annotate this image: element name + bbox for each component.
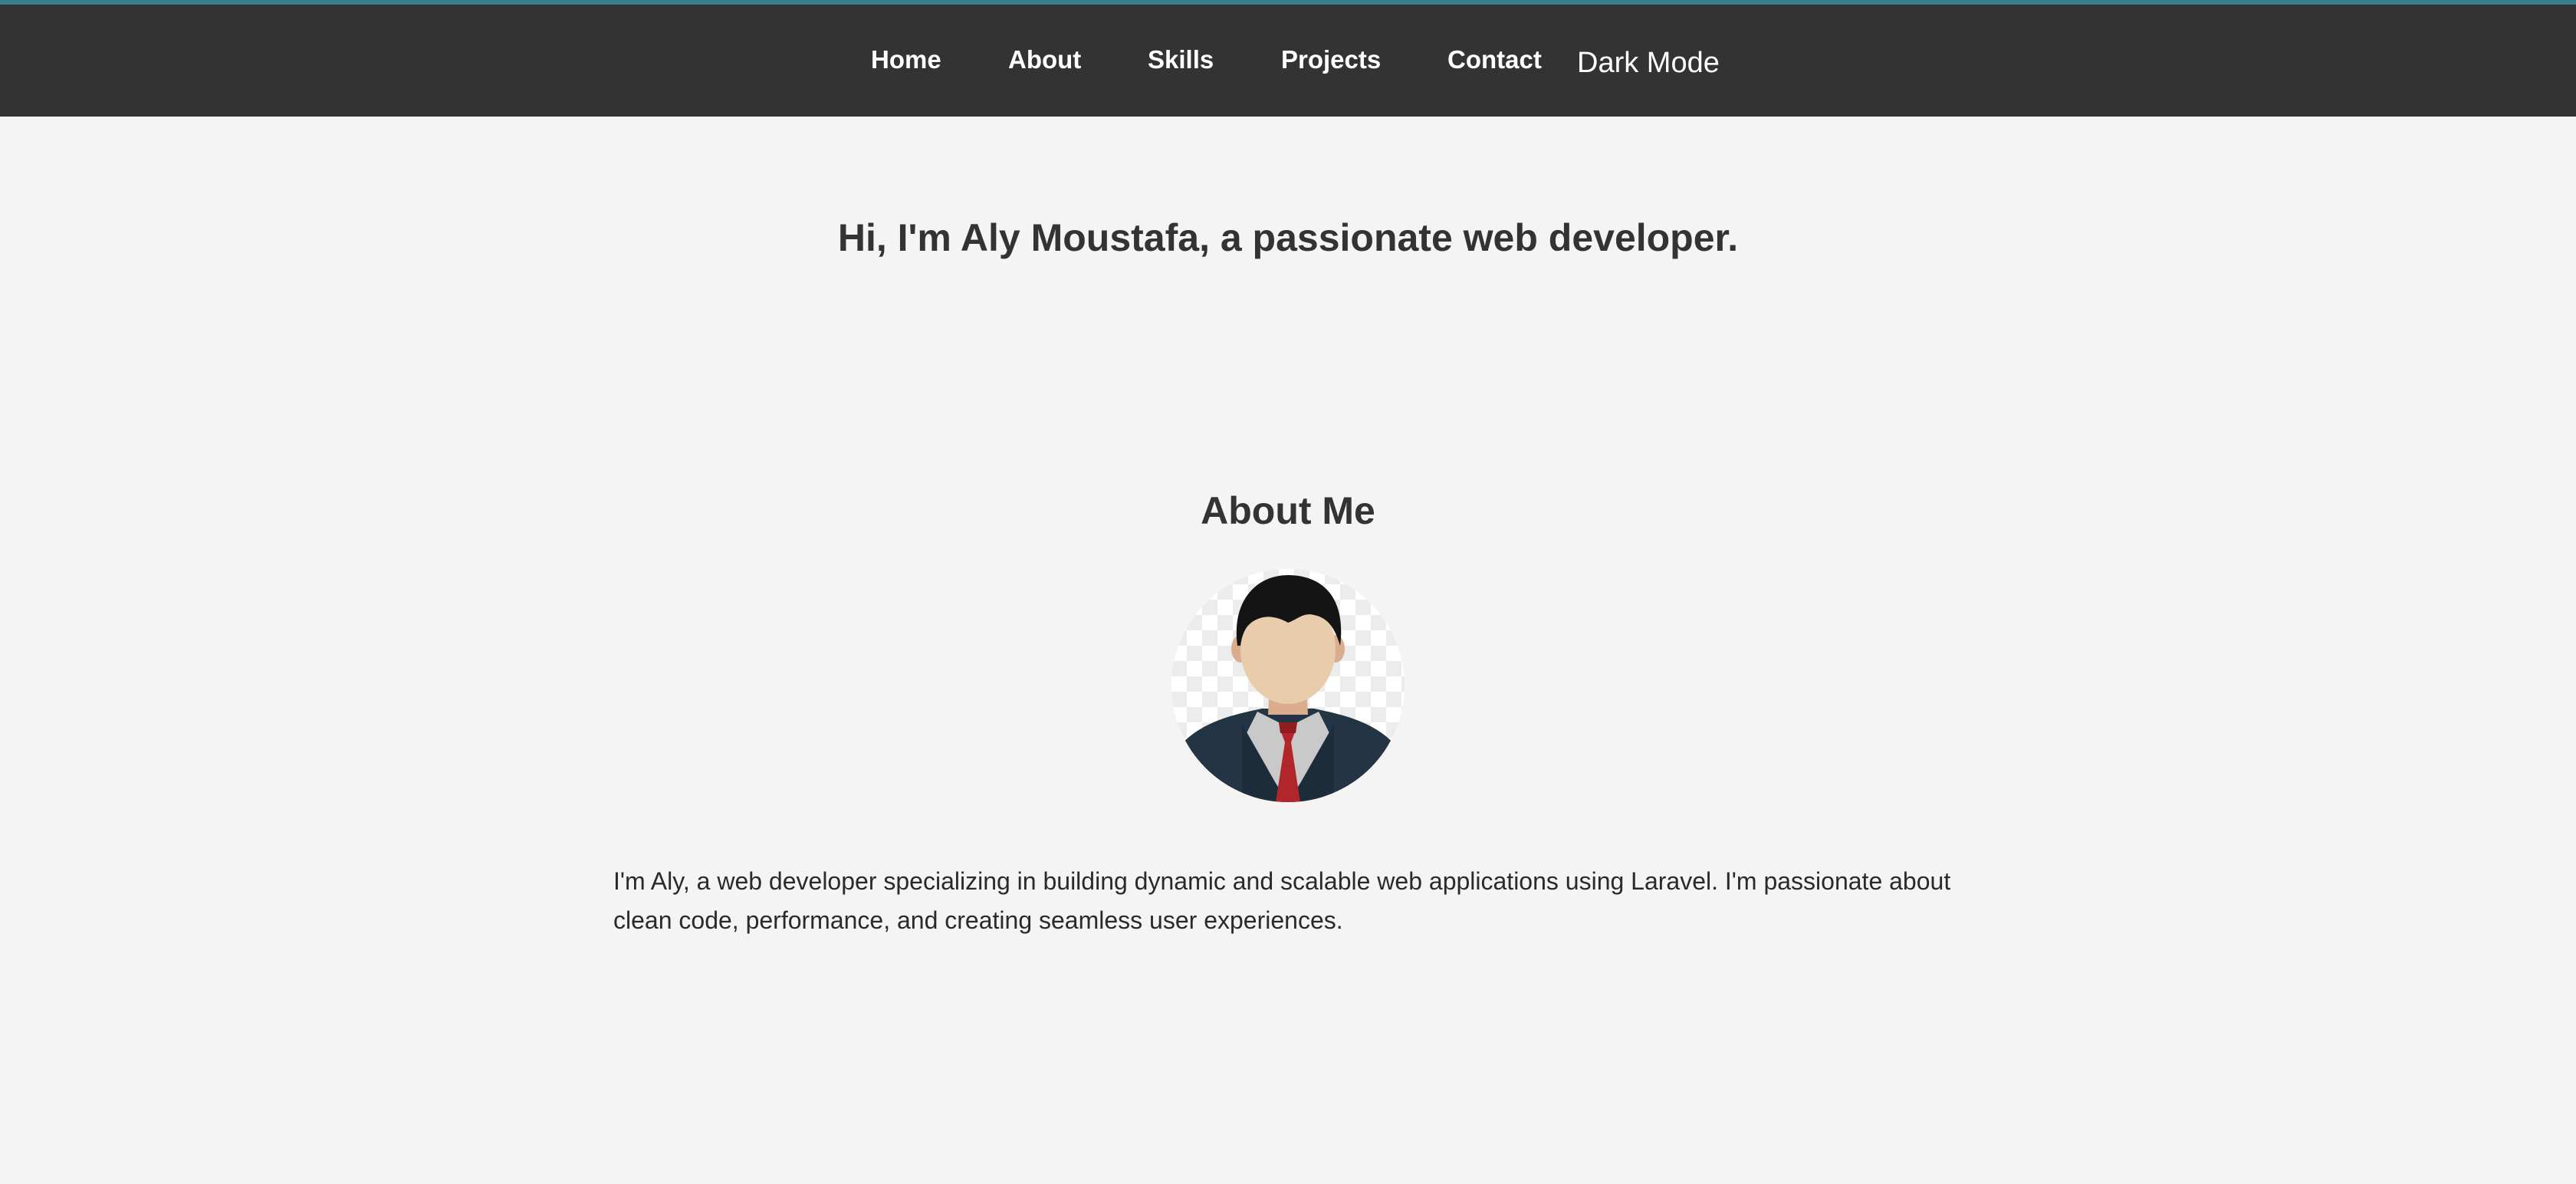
nav-link-about[interactable]: About xyxy=(1008,44,1081,75)
nav-link-projects[interactable]: Projects xyxy=(1281,44,1381,75)
person-avatar-icon xyxy=(1171,569,1405,802)
nav-link-skills[interactable]: Skills xyxy=(1148,44,1214,75)
navbar: Home About Skills Projects Contact Dark … xyxy=(0,5,2576,117)
nav-link-home[interactable]: Home xyxy=(871,44,941,75)
about-title: About Me xyxy=(1201,489,1375,532)
dark-mode-toggle[interactable]: Dark Mode xyxy=(1577,44,1720,81)
nav-link-contact[interactable]: Contact xyxy=(1447,44,1542,75)
hero-title: Hi, I'm Aly Moustafa, a passionate web d… xyxy=(837,216,1739,259)
about-description: I'm Aly, a web developer specializing in… xyxy=(613,867,1951,934)
